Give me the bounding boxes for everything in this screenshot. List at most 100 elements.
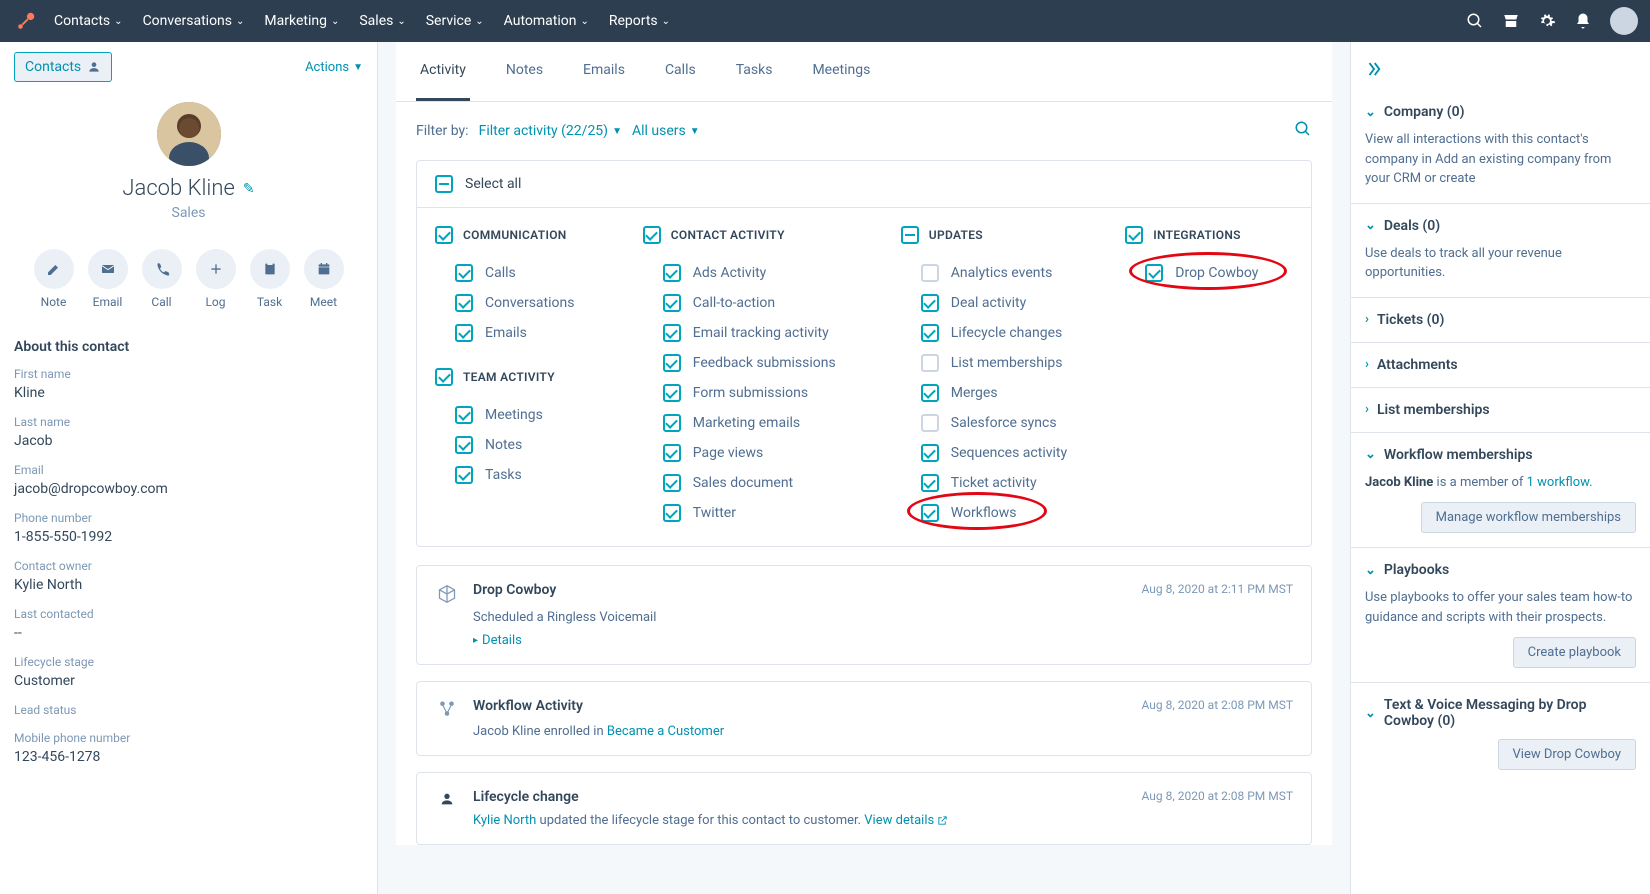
checkbox[interactable] xyxy=(1125,226,1143,244)
filter-item-conversations[interactable]: Conversations xyxy=(435,288,603,318)
filter-item-emails[interactable]: Emails xyxy=(435,318,603,348)
checkbox[interactable] xyxy=(455,324,473,342)
field-first-name[interactable]: First nameKline xyxy=(14,367,363,401)
filter-item-call-to-action[interactable]: Call-to-action xyxy=(643,288,861,318)
nav-item-service[interactable]: Service⌄ xyxy=(416,0,494,42)
workflow-count-link[interactable]: 1 workflow. xyxy=(1527,475,1593,490)
filter-item-email-tracking-activity[interactable]: Email tracking activity xyxy=(643,318,861,348)
contacts-back-button[interactable]: Contacts xyxy=(14,52,112,82)
collapse-right-icon[interactable] xyxy=(1351,52,1650,90)
field-lifecycle-stage[interactable]: Lifecycle stageCustomer xyxy=(14,655,363,689)
filter-item-calls[interactable]: Calls xyxy=(435,258,603,288)
section-header-toggle[interactable]: ⌄Company (0) xyxy=(1365,104,1636,120)
nav-item-conversations[interactable]: Conversations⌄ xyxy=(133,0,255,42)
filter-item-workflows[interactable]: Workflows xyxy=(901,498,1086,528)
actions-dropdown[interactable]: Actions ▼ xyxy=(305,60,363,75)
nav-item-automation[interactable]: Automation⌄ xyxy=(494,0,599,42)
section-header-toggle[interactable]: ›List memberships xyxy=(1365,402,1636,418)
marketplace-icon[interactable] xyxy=(1502,12,1520,30)
checkbox[interactable] xyxy=(921,324,939,342)
checkbox[interactable] xyxy=(1145,264,1163,282)
filter-item-page-views[interactable]: Page views xyxy=(643,438,861,468)
filter-item-deal-activity[interactable]: Deal activity xyxy=(901,288,1086,318)
checkbox[interactable] xyxy=(921,294,939,312)
section-header-toggle[interactable]: ⌄Workflow memberships xyxy=(1365,447,1636,463)
filter-header-communication[interactable]: COMMUNICATION xyxy=(435,226,603,244)
field-last-name[interactable]: Last nameJacob xyxy=(14,415,363,449)
filter-item-sequences-activity[interactable]: Sequences activity xyxy=(901,438,1086,468)
tab-emails[interactable]: Emails xyxy=(579,42,629,101)
filter-item-form-submissions[interactable]: Form submissions xyxy=(643,378,861,408)
filter-item-notes[interactable]: Notes xyxy=(435,430,603,460)
checkbox[interactable] xyxy=(663,294,681,312)
checkbox[interactable] xyxy=(921,474,939,492)
log-action-button[interactable]: Log xyxy=(196,249,236,309)
checkbox[interactable] xyxy=(435,368,453,386)
filter-item-feedback-submissions[interactable]: Feedback submissions xyxy=(643,348,861,378)
tab-notes[interactable]: Notes xyxy=(502,42,547,101)
checkbox[interactable] xyxy=(663,384,681,402)
checkbox[interactable] xyxy=(921,384,939,402)
meet-action-button[interactable]: Meet xyxy=(304,249,344,309)
filter-item-marketing-emails[interactable]: Marketing emails xyxy=(643,408,861,438)
field-mobile-phone-number[interactable]: Mobile phone number123-456-1278 xyxy=(14,731,363,765)
checkbox[interactable] xyxy=(435,226,453,244)
filter-item-meetings[interactable]: Meetings xyxy=(435,400,603,430)
section-header-toggle[interactable]: ›Tickets (0) xyxy=(1365,312,1636,328)
nav-item-sales[interactable]: Sales⌄ xyxy=(349,0,415,42)
section-action-button[interactable]: Create playbook xyxy=(1513,637,1636,668)
user-avatar-icon[interactable] xyxy=(1610,7,1638,35)
filter-header-integrations[interactable]: INTEGRATIONS xyxy=(1125,226,1293,244)
checkbox[interactable] xyxy=(663,414,681,432)
section-header-toggle[interactable]: ⌄Deals (0) xyxy=(1365,218,1636,234)
filter-header-contact-activity[interactable]: CONTACT ACTIVITY xyxy=(643,226,861,244)
filter-item-drop-cowboy[interactable]: Drop Cowboy xyxy=(1125,258,1293,288)
filter-item-analytics-events[interactable]: Analytics events xyxy=(901,258,1086,288)
tab-activity[interactable]: Activity xyxy=(416,42,470,101)
workflow-link[interactable]: Became a Customer xyxy=(607,724,724,739)
note-action-button[interactable]: Note xyxy=(34,249,74,309)
all-users-dropdown[interactable]: All users ▼ xyxy=(632,123,700,139)
nav-item-marketing[interactable]: Marketing⌄ xyxy=(254,0,349,42)
checkbox[interactable] xyxy=(663,264,681,282)
tab-tasks[interactable]: Tasks xyxy=(732,42,777,101)
filter-header-updates[interactable]: UPDATES xyxy=(901,226,1086,244)
checkbox[interactable] xyxy=(663,474,681,492)
task-action-button[interactable]: Task xyxy=(250,249,290,309)
nav-item-contacts[interactable]: Contacts⌄ xyxy=(44,0,133,42)
filter-item-ads-activity[interactable]: Ads Activity xyxy=(643,258,861,288)
contact-avatar[interactable] xyxy=(157,102,221,166)
checkbox[interactable] xyxy=(455,466,473,484)
checkbox[interactable] xyxy=(901,226,919,244)
edit-pencil-icon[interactable]: ✎ xyxy=(243,181,255,197)
search-icon[interactable] xyxy=(1466,12,1484,30)
select-all-row[interactable]: Select all xyxy=(417,161,1311,208)
call-action-button[interactable]: Call xyxy=(142,249,182,309)
settings-gear-icon[interactable] xyxy=(1538,12,1556,30)
checkbox[interactable] xyxy=(921,444,939,462)
filter-header-team-activity[interactable]: TEAM ACTIVITY xyxy=(435,368,603,386)
field-email[interactable]: Emailjacob@dropcowboy.com xyxy=(14,463,363,497)
checkbox[interactable] xyxy=(921,504,939,522)
section-header-toggle[interactable]: ›Attachments xyxy=(1365,357,1636,373)
checkbox[interactable] xyxy=(455,436,473,454)
section-header-toggle[interactable]: ⌄Playbooks xyxy=(1365,562,1636,578)
nav-item-reports[interactable]: Reports⌄ xyxy=(599,0,680,42)
filter-item-salesforce-syncs[interactable]: Salesforce syncs xyxy=(901,408,1086,438)
filter-item-tasks[interactable]: Tasks xyxy=(435,460,603,490)
checkbox[interactable] xyxy=(663,354,681,372)
checkbox[interactable] xyxy=(643,226,661,244)
tab-calls[interactable]: Calls xyxy=(661,42,700,101)
checkbox[interactable] xyxy=(663,444,681,462)
field-contact-owner[interactable]: Contact ownerKylie North xyxy=(14,559,363,593)
checkbox[interactable] xyxy=(455,406,473,424)
details-toggle[interactable]: ▸ Details xyxy=(473,633,1293,648)
field-phone-number[interactable]: Phone number1-855-550-1992 xyxy=(14,511,363,545)
field-last-contacted[interactable]: Last contacted-- xyxy=(14,607,363,641)
filter-item-ticket-activity[interactable]: Ticket activity xyxy=(901,468,1086,498)
filter-activity-dropdown[interactable]: Filter activity (22/25) ▼ xyxy=(479,123,622,139)
checkbox[interactable] xyxy=(455,294,473,312)
filter-item-sales-document[interactable]: Sales document xyxy=(643,468,861,498)
section-action-button[interactable]: View Drop Cowboy xyxy=(1498,739,1637,770)
filter-item-merges[interactable]: Merges xyxy=(901,378,1086,408)
